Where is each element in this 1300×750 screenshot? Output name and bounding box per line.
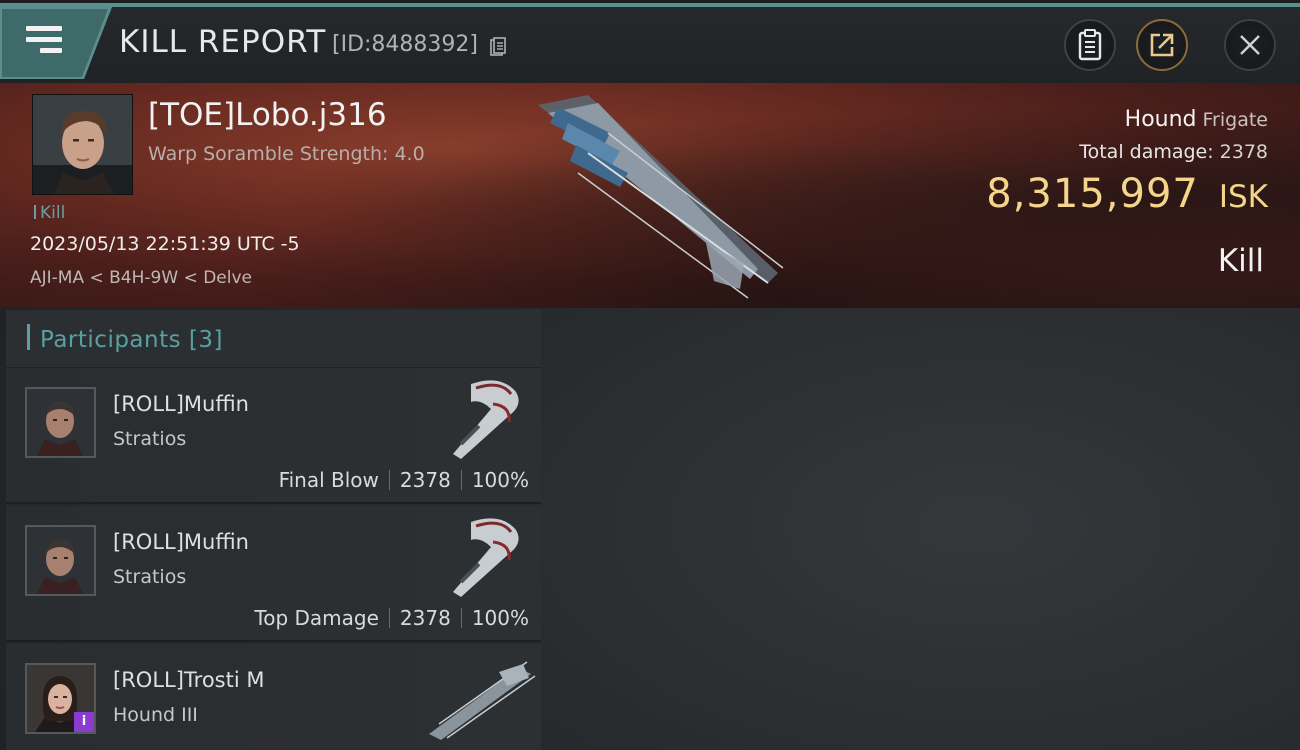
total-damage-value: 2378 <box>1219 141 1268 163</box>
kill-outcome: Kill <box>1217 243 1264 279</box>
participant-ship-image <box>429 661 536 740</box>
kill-tag: Kill <box>34 203 65 223</box>
ship-class: Frigate <box>1202 109 1268 131</box>
menu-icon <box>26 26 62 56</box>
participants-panel: Participants [3] [ROLL]Muffin Stratios F… <box>6 310 541 750</box>
report-id: [ID:8488392] <box>332 32 478 57</box>
share-button[interactable] <box>1136 19 1188 71</box>
victim-ship-image <box>538 95 784 299</box>
participant-stats: Top Damage 2378 100% <box>254 606 529 630</box>
participant-percent: 100% <box>471 606 529 630</box>
participant-damage: 2378 <box>399 606 451 630</box>
info-badge: i <box>74 712 94 732</box>
stat-divider <box>388 470 390 490</box>
stat-divider <box>460 608 462 628</box>
ship-name: Hound <box>1124 107 1197 132</box>
total-damage: Total damage: 2378 <box>1079 141 1268 163</box>
menu-button[interactable] <box>0 7 112 79</box>
participants-header: Participants [3] <box>6 310 541 368</box>
clipboard-button[interactable] <box>1064 19 1116 71</box>
copy-icon[interactable] <box>490 37 506 57</box>
participant-ship: Hound III <box>113 704 198 726</box>
kill-banner: [TOE]Lobo.j316 Warp Soramble Strength: 4… <box>0 83 1300 308</box>
isk-amount: 8,315,997 <box>986 171 1199 217</box>
isk-value: 8,315,997 ISK <box>986 171 1268 217</box>
stat-divider <box>460 470 462 490</box>
participant-ship: Stratios <box>113 428 187 450</box>
header-accent-bar <box>27 324 30 350</box>
kill-location: AJI-MA < B4H-9W < Delve <box>30 268 253 288</box>
stat-divider <box>388 608 390 628</box>
participant-ship: Stratios <box>113 566 187 588</box>
participant-role: Top Damage <box>254 606 379 630</box>
clipboard-icon <box>1078 29 1102 61</box>
total-damage-label: Total damage: <box>1079 141 1214 163</box>
participant-avatar[interactable] <box>25 525 96 596</box>
participant-row[interactable]: i [ROLL]Trosti M Hound III <box>6 644 541 750</box>
victim-portrait[interactable] <box>32 94 133 195</box>
participant-name: [ROLL]Trosti M <box>113 668 265 692</box>
participant-name: [ROLL]Muffin <box>113 530 249 554</box>
participant-row[interactable]: [ROLL]Muffin Stratios Final Blow 2378 100% <box>6 368 541 504</box>
participant-damage: 2378 <box>399 468 451 492</box>
header-bar: KILL REPORT [ID:8488392] <box>0 7 1300 83</box>
kill-datetime: 2023/05/13 22:51:39 UTC -5 <box>30 233 300 255</box>
participant-role: Final Blow <box>278 468 379 492</box>
participant-row[interactable]: [ROLL]Muffin Stratios Top Damage 2378 100% <box>6 506 541 642</box>
page-title: KILL REPORT <box>119 24 327 60</box>
share-icon <box>1150 33 1174 57</box>
participant-avatar[interactable]: i <box>25 663 96 734</box>
participant-stats: Final Blow 2378 100% <box>279 468 529 492</box>
victim-ship-type: Hound Frigate <box>1125 107 1268 132</box>
participants-title: Participants [3] <box>40 327 223 353</box>
close-icon <box>1240 35 1260 55</box>
participant-ship-image <box>453 380 519 459</box>
participant-percent: 100% <box>471 468 529 492</box>
isk-unit: ISK <box>1218 179 1268 215</box>
warp-scramble-strength: Warp Soramble Strength: 4.0 <box>148 143 425 165</box>
victim-name: [TOE]Lobo.j316 <box>148 97 387 133</box>
participant-ship-image <box>453 518 519 597</box>
close-button[interactable] <box>1224 19 1276 71</box>
participant-name: [ROLL]Muffin <box>113 392 249 416</box>
top-accent-line <box>0 0 1300 7</box>
participant-avatar[interactable] <box>25 387 96 458</box>
